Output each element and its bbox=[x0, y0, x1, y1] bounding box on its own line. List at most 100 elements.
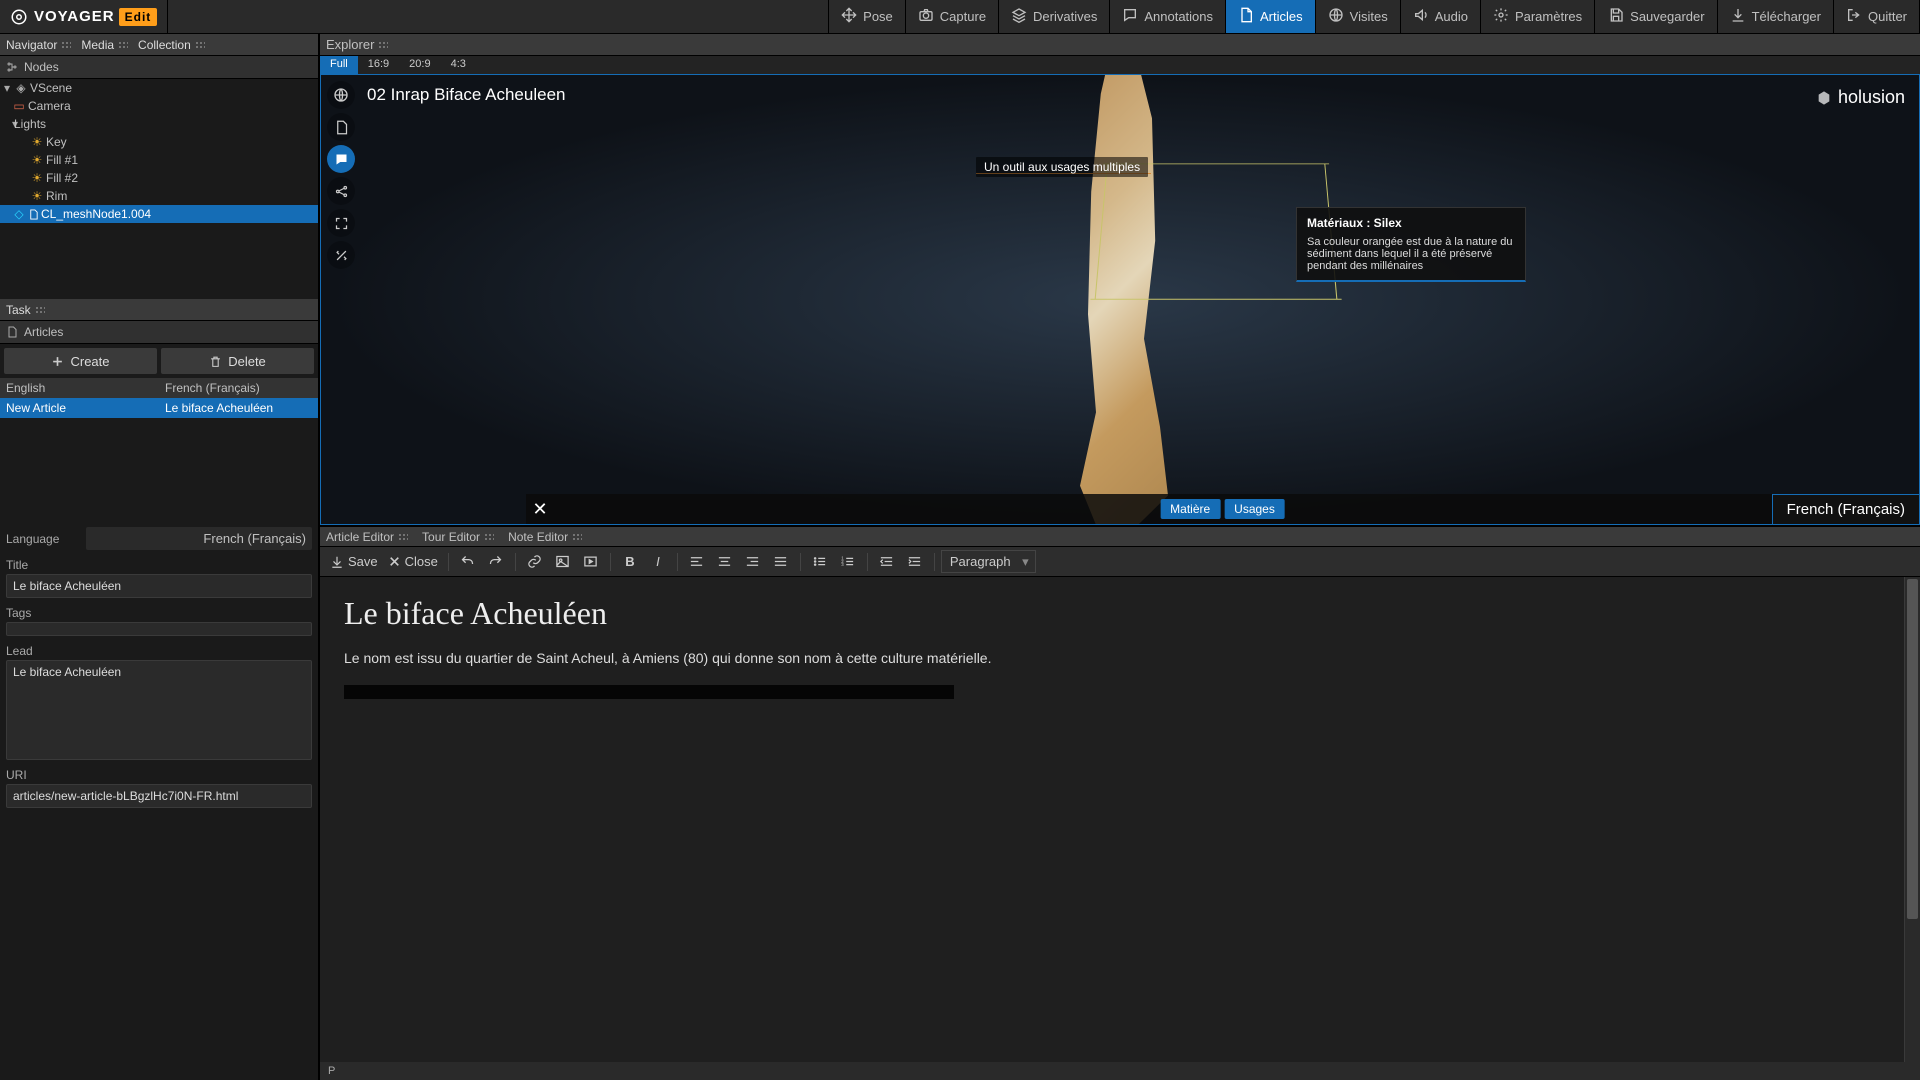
aspect-16-9[interactable]: 16:9 bbox=[358, 56, 399, 74]
editor-scrollbar[interactable] bbox=[1904, 577, 1920, 1062]
tree-row-light[interactable]: ☀Rim bbox=[0, 187, 318, 205]
uri-label: URI bbox=[6, 768, 312, 782]
viewport-3d[interactable]: 02 Inrap Biface Acheuleen holusion Un ou… bbox=[320, 74, 1920, 525]
grip-icon bbox=[572, 533, 582, 541]
media-tab[interactable]: Media bbox=[81, 38, 128, 52]
video-button[interactable] bbox=[578, 550, 604, 574]
bullet-list-button[interactable] bbox=[807, 550, 833, 574]
italic-button[interactable]: I bbox=[645, 550, 671, 574]
bold-button[interactable]: B bbox=[617, 550, 643, 574]
article-paragraph[interactable]: Le nom est issu du quartier de Saint Ach… bbox=[344, 648, 1896, 669]
topbar-audio[interactable]: Audio bbox=[1401, 0, 1481, 33]
topbar-capture[interactable]: Capture bbox=[906, 0, 999, 33]
lead-input[interactable]: Le biface Acheuléen bbox=[6, 660, 312, 760]
scrollbar-thumb[interactable] bbox=[1907, 579, 1918, 919]
scene-title: 02 Inrap Biface Acheuleen bbox=[367, 85, 565, 105]
title-input[interactable]: Le biface Acheuléen bbox=[6, 574, 312, 598]
uri-input[interactable]: articles/new-article-bLBgzlHc7i0N-FR.htm… bbox=[6, 784, 312, 808]
nodes-label: Nodes bbox=[24, 60, 59, 74]
topbar-exit[interactable]: Quitter bbox=[1834, 0, 1920, 33]
close-icon bbox=[388, 555, 401, 568]
tags-input[interactable] bbox=[6, 622, 312, 636]
tree-row-light[interactable]: ☀Fill #2 bbox=[0, 169, 318, 187]
topbar-download[interactable]: Télécharger bbox=[1718, 0, 1834, 33]
indent-icon bbox=[907, 554, 922, 569]
topbar-articles[interactable]: Articles bbox=[1226, 0, 1316, 33]
tools-button[interactable] bbox=[327, 241, 355, 269]
collection-tab[interactable]: Collection bbox=[138, 38, 205, 52]
left-column: Navigator Media Collection Nodes ▾◈VScen… bbox=[0, 34, 320, 1080]
link-icon bbox=[527, 554, 542, 569]
task-tab[interactable]: Task bbox=[6, 303, 45, 317]
numbered-list-button[interactable]: 123 bbox=[835, 550, 861, 574]
align-justify-button[interactable] bbox=[768, 550, 794, 574]
app-name: VOYAGER bbox=[34, 8, 115, 25]
save-button[interactable]: Save bbox=[326, 550, 382, 574]
lang-header-en: English bbox=[0, 378, 159, 398]
tag-matiere[interactable]: Matière bbox=[1160, 499, 1220, 519]
indent-button[interactable] bbox=[902, 550, 928, 574]
properties-panel: Language French (Français) Title Le bifa… bbox=[0, 521, 318, 1080]
tree-row-light[interactable]: ☀Key bbox=[0, 133, 318, 151]
lead-label: Lead bbox=[6, 644, 312, 658]
image-button[interactable] bbox=[550, 550, 576, 574]
tag-usages[interactable]: Usages bbox=[1224, 499, 1285, 519]
topbar-derivatives[interactable]: Derivatives bbox=[999, 0, 1110, 33]
article-heading[interactable]: Le biface Acheuléen bbox=[344, 595, 1896, 632]
language-select[interactable]: French (Français) bbox=[86, 527, 312, 550]
light-icon: ☀ bbox=[30, 189, 44, 203]
topbar-annotations[interactable]: Annotations bbox=[1110, 0, 1226, 33]
comment-button[interactable] bbox=[327, 145, 355, 173]
redo-button[interactable] bbox=[483, 550, 509, 574]
align-left-button[interactable] bbox=[684, 550, 710, 574]
doc-icon bbox=[28, 209, 39, 220]
tree-row-mesh[interactable]: ◇CL_meshNode1.004 bbox=[0, 205, 318, 223]
gear-icon bbox=[1493, 7, 1509, 26]
aspect-Full[interactable]: Full bbox=[320, 56, 358, 74]
language-button[interactable] bbox=[327, 81, 355, 109]
tab-article-editor[interactable]: Article Editor bbox=[326, 530, 408, 544]
navigator-tab[interactable]: Navigator bbox=[6, 38, 71, 52]
article-image-placeholder[interactable] bbox=[344, 685, 954, 699]
tree-row-camera[interactable]: ▭Camera bbox=[0, 97, 318, 115]
viewer-language-select[interactable]: French (Français) bbox=[1772, 494, 1919, 524]
aspect-20-9[interactable]: 20:9 bbox=[399, 56, 440, 74]
fullscreen-icon bbox=[334, 216, 349, 231]
tree-row-light[interactable]: ☀Fill #1 bbox=[0, 151, 318, 169]
tab-tour-editor[interactable]: Tour Editor bbox=[422, 530, 494, 544]
document-button[interactable] bbox=[327, 113, 355, 141]
align-center-button[interactable] bbox=[712, 550, 738, 574]
align-right-button[interactable] bbox=[740, 550, 766, 574]
topbar-save[interactable]: Sauvegarder bbox=[1596, 0, 1717, 33]
chevron-down-icon[interactable]: ▾ bbox=[2, 117, 12, 131]
paragraph-style-select[interactable]: Paragraph bbox=[941, 550, 1036, 573]
outdent-button[interactable] bbox=[874, 550, 900, 574]
editor-status-bar: P bbox=[320, 1062, 1920, 1080]
explorer-tab[interactable]: Explorer bbox=[326, 37, 388, 52]
share-button[interactable] bbox=[327, 177, 355, 205]
tag-group: Matière Usages bbox=[1160, 499, 1285, 519]
delete-button[interactable]: Delete bbox=[161, 348, 314, 374]
article-cell-en[interactable]: New Article bbox=[0, 398, 159, 418]
undo-button[interactable] bbox=[455, 550, 481, 574]
topbar-paramètres[interactable]: Paramètres bbox=[1481, 0, 1595, 33]
close-button[interactable]: ✕ bbox=[526, 495, 554, 523]
article-editor-body[interactable]: Le biface Acheuléen Le nom est issu du q… bbox=[320, 577, 1920, 1062]
topbar-pose[interactable]: Pose bbox=[829, 0, 906, 33]
topbar-visites[interactable]: Visites bbox=[1316, 0, 1401, 33]
link-button[interactable] bbox=[522, 550, 548, 574]
tab-note-editor[interactable]: Note Editor bbox=[508, 530, 582, 544]
close-button[interactable]: Close bbox=[384, 550, 442, 574]
annotation-label-top[interactable]: Un outil aux usages multiples bbox=[976, 157, 1148, 177]
tree-row-scene[interactable]: ▾◈VScene bbox=[0, 79, 318, 97]
create-button[interactable]: Create bbox=[4, 348, 157, 374]
chevron-down-icon[interactable]: ▾ bbox=[2, 81, 12, 95]
camera-icon bbox=[918, 7, 934, 26]
tree-row-lights[interactable]: ▾Lights bbox=[0, 115, 318, 133]
fullscreen-button[interactable] bbox=[327, 209, 355, 237]
aspect-4-3[interactable]: 4:3 bbox=[441, 56, 476, 74]
article-cell-fr[interactable]: Le biface Acheuléen bbox=[159, 398, 318, 418]
app-logo: VOYAGER Edit bbox=[0, 0, 167, 33]
navigator-header: Navigator Media Collection bbox=[0, 34, 318, 56]
viewer-toolbar bbox=[327, 81, 355, 269]
